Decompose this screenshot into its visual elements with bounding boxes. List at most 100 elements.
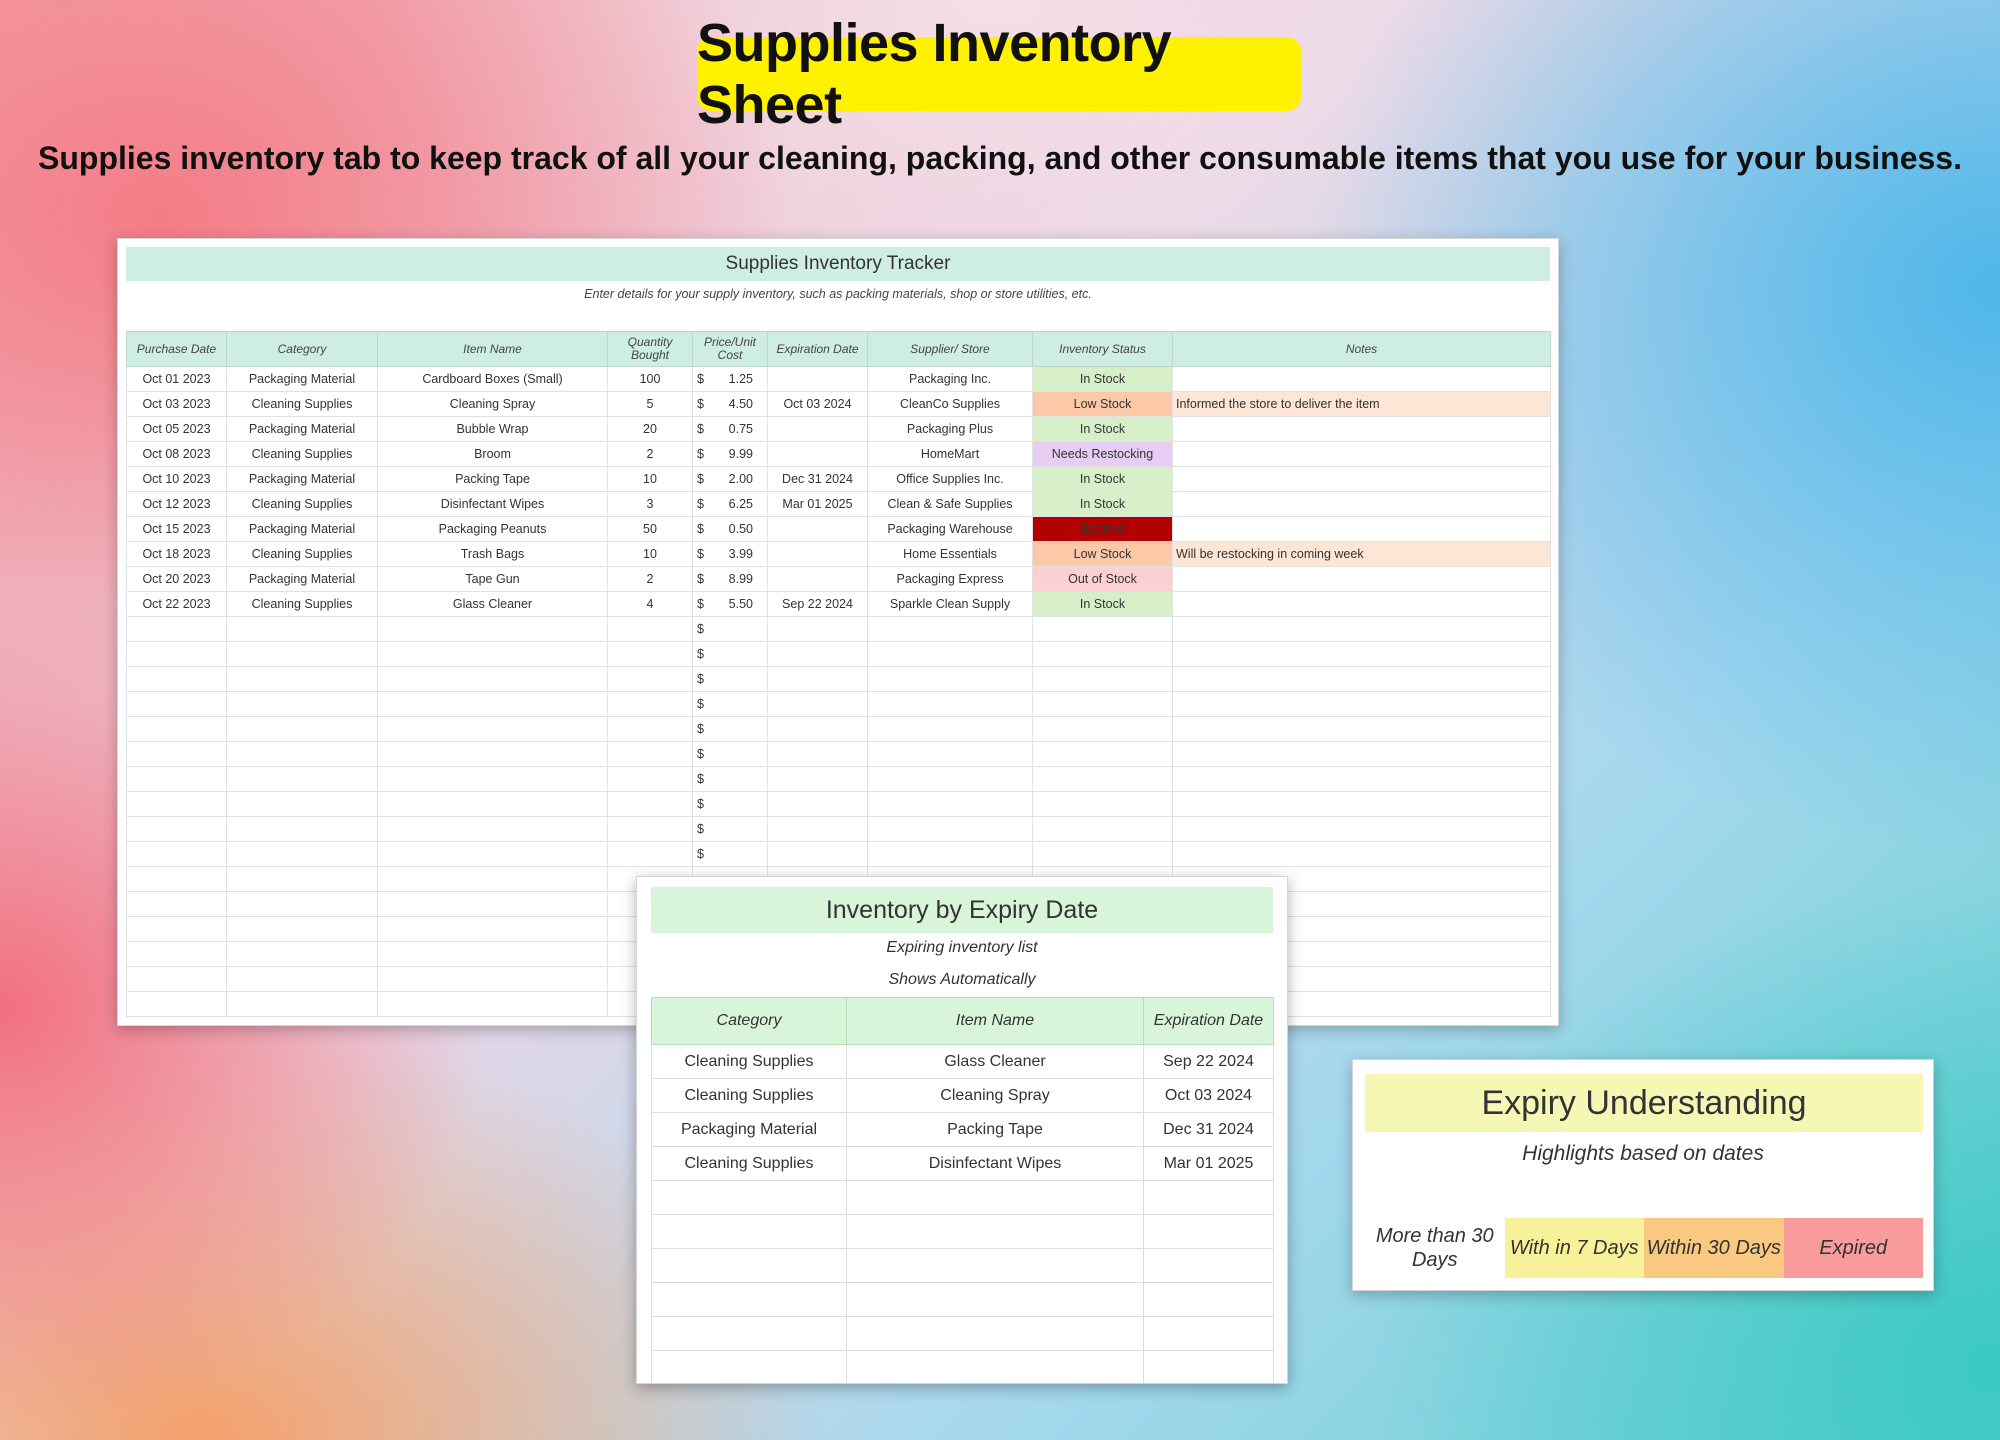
expiry-category-cell[interactable] [651,1180,847,1215]
quantity-cell[interactable] [607,766,693,792]
item-name-cell[interactable] [377,741,608,767]
col-header-item-name[interactable]: Item Name [377,331,608,367]
supplier-cell[interactable] [867,666,1033,692]
expiration-date-cell[interactable] [767,541,868,567]
expiry-category-cell[interactable]: Cleaning Supplies [651,1078,847,1113]
status-cell[interactable] [1032,766,1173,792]
purchase-date-cell[interactable]: Oct 18 2023 [126,541,227,567]
notes-cell[interactable] [1172,691,1551,717]
notes-cell[interactable]: Informed the store to deliver the item [1172,391,1551,417]
notes-cell[interactable] [1172,441,1551,467]
purchase-date-cell[interactable] [126,816,227,842]
expiry-item-cell[interactable]: Cleaning Spray [846,1078,1144,1113]
expiry-date-cell[interactable] [1143,1282,1274,1317]
purchase-date-cell[interactable] [126,691,227,717]
expiration-date-cell[interactable] [767,516,868,542]
item-name-cell[interactable] [377,941,608,967]
price-cell[interactable] [712,716,768,742]
expiry-item-cell[interactable]: Packing Tape [846,1112,1144,1147]
category-cell[interactable] [226,941,378,967]
supplier-cell[interactable] [867,841,1033,867]
supplier-cell[interactable] [867,766,1033,792]
expiration-date-cell[interactable] [767,691,868,717]
expiry-category-cell[interactable] [651,1350,847,1383]
price-cell[interactable]: 2.00 [712,466,768,492]
expiry-category-cell[interactable]: Cleaning Supplies [651,1146,847,1181]
expiry-date-cell[interactable] [1143,1316,1274,1351]
purchase-date-cell[interactable] [126,891,227,917]
expiration-date-cell[interactable] [767,416,868,442]
quantity-cell[interactable] [607,691,693,717]
category-cell[interactable]: Packaging Material [226,516,378,542]
category-cell[interactable]: Packaging Material [226,566,378,592]
notes-cell[interactable] [1172,591,1551,617]
supplier-cell[interactable]: Packaging Inc. [867,366,1033,392]
item-name-cell[interactable] [377,666,608,692]
expiry-category-cell[interactable] [651,1316,847,1351]
purchase-date-cell[interactable] [126,666,227,692]
expiry-col-item-name[interactable]: Item Name [846,997,1144,1045]
status-cell[interactable] [1032,791,1173,817]
notes-cell[interactable] [1172,741,1551,767]
price-cell[interactable] [712,766,768,792]
supplier-cell[interactable]: Packaging Plus [867,416,1033,442]
expiry-item-cell[interactable] [846,1350,1144,1383]
expiry-date-cell[interactable] [1143,1350,1274,1383]
col-header-supplier[interactable]: Supplier/ Store [867,331,1033,367]
purchase-date-cell[interactable] [126,866,227,892]
category-cell[interactable] [226,716,378,742]
quantity-cell[interactable] [607,741,693,767]
expiry-category-cell[interactable]: Packaging Material [651,1112,847,1147]
price-cell[interactable] [712,641,768,667]
quantity-cell[interactable]: 5 [607,391,693,417]
quantity-cell[interactable] [607,716,693,742]
category-cell[interactable]: Packaging Material [226,366,378,392]
expiry-date-cell[interactable]: Mar 01 2025 [1143,1146,1274,1181]
supplier-cell[interactable] [867,791,1033,817]
supplier-cell[interactable] [867,691,1033,717]
price-cell[interactable] [712,616,768,642]
purchase-date-cell[interactable] [126,791,227,817]
item-name-cell[interactable]: Cleaning Spray [377,391,608,417]
purchase-date-cell[interactable]: Oct 10 2023 [126,466,227,492]
notes-cell[interactable] [1172,666,1551,692]
expiration-date-cell[interactable] [767,616,868,642]
status-cell[interactable] [1032,741,1173,767]
status-cell[interactable] [1032,616,1173,642]
status-cell[interactable] [1032,666,1173,692]
quantity-cell[interactable]: 20 [607,416,693,442]
notes-cell[interactable] [1172,766,1551,792]
purchase-date-cell[interactable]: Oct 15 2023 [126,516,227,542]
status-badge[interactable]: In Stock [1032,591,1173,617]
price-cell[interactable] [712,666,768,692]
purchase-date-cell[interactable] [126,991,227,1017]
expiry-category-cell[interactable] [651,1282,847,1317]
quantity-cell[interactable] [607,666,693,692]
quantity-cell[interactable] [607,791,693,817]
purchase-date-cell[interactable] [126,841,227,867]
purchase-date-cell[interactable] [126,641,227,667]
price-cell[interactable] [712,791,768,817]
supplier-cell[interactable]: Packaging Warehouse [867,516,1033,542]
notes-cell[interactable] [1172,841,1551,867]
status-badge[interactable]: Low Stock [1032,541,1173,567]
expiration-date-cell[interactable] [767,566,868,592]
expiration-date-cell[interactable] [767,641,868,667]
expiry-item-cell[interactable] [846,1282,1144,1317]
supplier-cell[interactable] [867,741,1033,767]
price-cell[interactable]: 5.50 [712,591,768,617]
purchase-date-cell[interactable] [126,916,227,942]
category-cell[interactable]: Cleaning Supplies [226,441,378,467]
status-cell[interactable] [1032,716,1173,742]
expiry-item-cell[interactable]: Glass Cleaner [846,1044,1144,1079]
price-cell[interactable]: 4.50 [712,391,768,417]
status-badge[interactable]: In Stock [1032,491,1173,517]
item-name-cell[interactable]: Glass Cleaner [377,591,608,617]
price-cell[interactable] [712,691,768,717]
expiry-date-cell[interactable] [1143,1214,1274,1249]
status-cell[interactable] [1032,691,1173,717]
category-cell[interactable]: Cleaning Supplies [226,591,378,617]
purchase-date-cell[interactable]: Oct 12 2023 [126,491,227,517]
status-badge[interactable]: In Stock [1032,466,1173,492]
purchase-date-cell[interactable] [126,941,227,967]
